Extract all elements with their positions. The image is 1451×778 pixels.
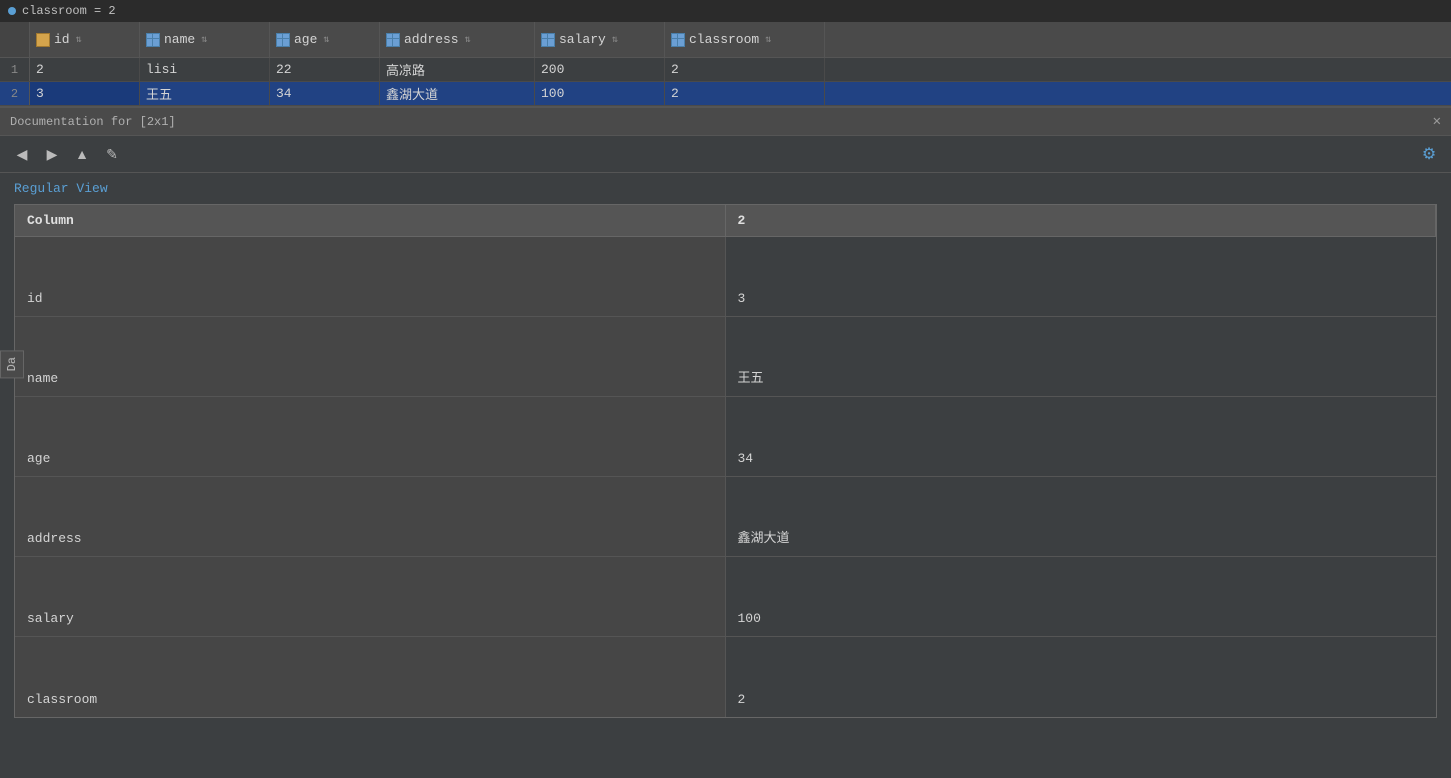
data-rows: 1 2 lisi 22 高凉路 200 2 2 3 王五 34 鑫湖大道 100… [0, 58, 1451, 106]
form-table-row[interactable]: salary 100 [15, 557, 1436, 637]
form-cell-column: age [15, 397, 726, 476]
table-row[interactable]: 2 3 王五 34 鑫湖大道 100 2 [0, 82, 1451, 106]
col-header-salary[interactable]: salary ⇅ [535, 22, 665, 57]
form-table-header: Column 2 [15, 205, 1436, 237]
col-header-classroom[interactable]: classroom ⇅ [665, 22, 825, 57]
form-cell-column: address [15, 477, 726, 556]
form-cell-value: 2 [726, 637, 1437, 717]
col-name-salary: salary [559, 32, 606, 47]
form-cell-value: 34 [726, 397, 1437, 476]
regular-view-link[interactable]: Regular View [0, 173, 1451, 204]
row-num-header [0, 22, 30, 57]
col-header-name[interactable]: name ⇅ [140, 22, 270, 57]
sort-icon-age[interactable]: ⇅ [323, 34, 329, 46]
title-dot [8, 7, 16, 15]
cell-name[interactable]: lisi [140, 58, 270, 81]
up-button[interactable]: ▲ [70, 142, 94, 166]
col-name-address: address [404, 32, 459, 47]
table-row[interactable]: 1 2 lisi 22 高凉路 200 2 [0, 58, 1451, 82]
col-name-age: age [294, 32, 317, 47]
form-table-row[interactable]: age 34 [15, 397, 1436, 477]
row-number: 1 [0, 58, 30, 81]
col-header-address[interactable]: address ⇅ [380, 22, 535, 57]
form-header-column: Column [15, 205, 726, 236]
tbl-icon-salary [541, 33, 555, 47]
col-name-classroom: classroom [689, 32, 759, 47]
cell-id[interactable]: 3 [30, 82, 140, 105]
da-side-tab[interactable]: Da [0, 350, 24, 378]
cell-classroom[interactable]: 2 [665, 58, 825, 81]
tbl-icon-address [386, 33, 400, 47]
col-header-age[interactable]: age ⇅ [270, 22, 380, 57]
row-number: 2 [0, 82, 30, 105]
edit-button[interactable]: ✎ [100, 142, 124, 166]
sort-icon-address[interactable]: ⇅ [465, 34, 471, 46]
column-headers: id ⇅ name ⇅ age ⇅ address ⇅ salary ⇅ cla… [0, 22, 1451, 58]
form-table-row[interactable]: id 3 [15, 237, 1436, 317]
form-table-row[interactable]: classroom 2 [15, 637, 1436, 717]
cell-classroom[interactable]: 2 [665, 82, 825, 105]
form-cell-column: id [15, 237, 726, 316]
sort-icon-name[interactable]: ⇅ [201, 34, 207, 46]
form-cell-column: salary [15, 557, 726, 636]
title-label: classroom = 2 [22, 4, 116, 18]
close-button[interactable]: ✕ [1433, 113, 1441, 130]
form-cell-value: 3 [726, 237, 1437, 316]
form-cell-value: 王五 [726, 317, 1437, 396]
tbl-icon-classroom [671, 33, 685, 47]
form-rows: id 3 name 王五 age 34 address 鑫湖大道 salary … [15, 237, 1436, 717]
col-header-id[interactable]: id ⇅ [30, 22, 140, 57]
sort-icon-salary[interactable]: ⇅ [612, 34, 618, 46]
tbl-icon-name [146, 33, 160, 47]
form-cell-value: 鑫湖大道 [726, 477, 1437, 556]
cell-address[interactable]: 高凉路 [380, 58, 535, 81]
form-cell-column: classroom [15, 637, 726, 717]
cell-name[interactable]: 王五 [140, 82, 270, 105]
data-table-area: id ⇅ name ⇅ age ⇅ address ⇅ salary ⇅ cla… [0, 22, 1451, 107]
tbl-icon-age [276, 33, 290, 47]
col-name-name: name [164, 32, 195, 47]
doc-toolbar-left: ◀ ▶ ▲ ✎ [10, 142, 124, 166]
form-table-outer: Column 2 id 3 name 王五 age 34 address 鑫湖大… [14, 204, 1437, 718]
doc-panel: Documentation for [2x1] ✕ ◀ ▶ ▲ ✎ ⚙ Regu… [0, 107, 1451, 718]
cell-id[interactable]: 2 [30, 58, 140, 81]
col-name-id: id [54, 32, 70, 47]
sort-icon-classroom[interactable]: ⇅ [765, 34, 771, 46]
form-table-row[interactable]: address 鑫湖大道 [15, 477, 1436, 557]
doc-title: Documentation for [2x1] [10, 115, 176, 129]
cell-age[interactable]: 22 [270, 58, 380, 81]
sort-icon-id[interactable]: ⇅ [76, 34, 82, 46]
cell-age[interactable]: 34 [270, 82, 380, 105]
form-table-row[interactable]: name 王五 [15, 317, 1436, 397]
cell-salary[interactable]: 200 [535, 58, 665, 81]
back-button[interactable]: ◀ [10, 142, 34, 166]
form-cell-value: 100 [726, 557, 1437, 636]
key-icon [36, 33, 50, 47]
doc-toolbar: ◀ ▶ ▲ ✎ ⚙ [0, 136, 1451, 173]
doc-title-bar: Documentation for [2x1] ✕ [0, 108, 1451, 136]
cell-salary[interactable]: 100 [535, 82, 665, 105]
form-cell-column: name [15, 317, 726, 396]
cell-address[interactable]: 鑫湖大道 [380, 82, 535, 105]
form-header-value: 2 [726, 205, 1437, 236]
settings-button[interactable]: ⚙ [1417, 142, 1441, 166]
forward-button[interactable]: ▶ [40, 142, 64, 166]
title-bar: classroom = 2 [0, 0, 1451, 22]
